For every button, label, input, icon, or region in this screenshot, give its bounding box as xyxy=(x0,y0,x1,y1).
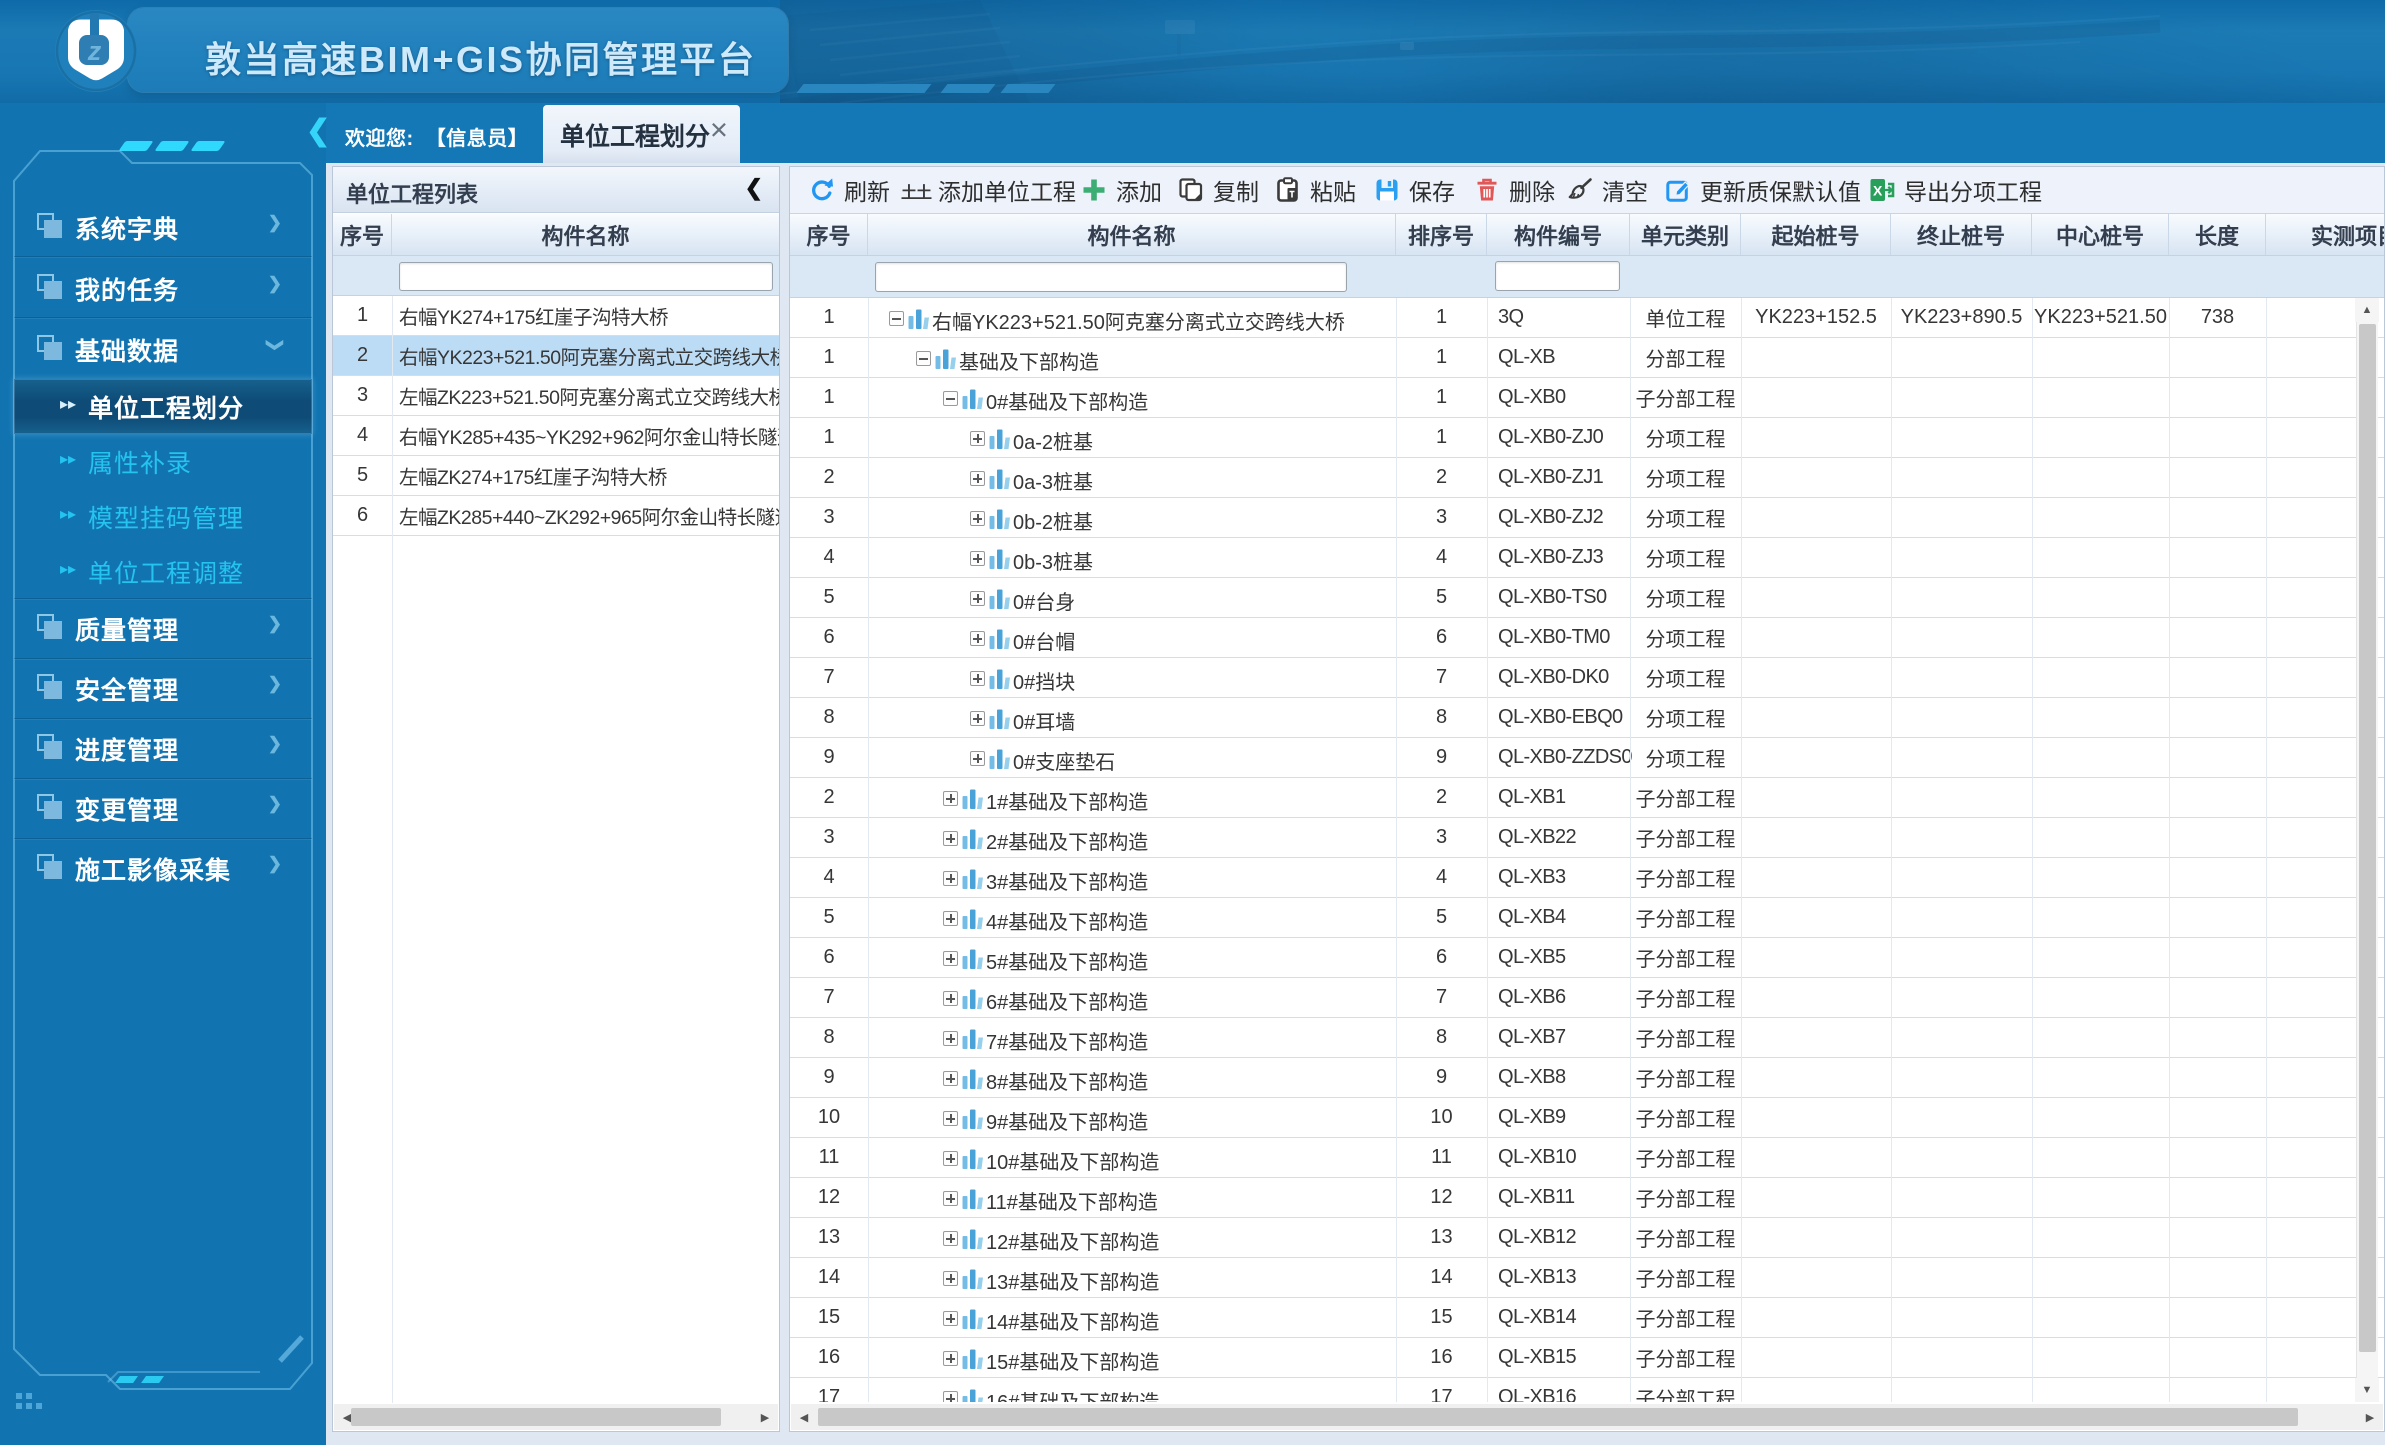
svg-text:X: X xyxy=(1873,183,1883,199)
svg-text:z: z xyxy=(87,36,102,66)
